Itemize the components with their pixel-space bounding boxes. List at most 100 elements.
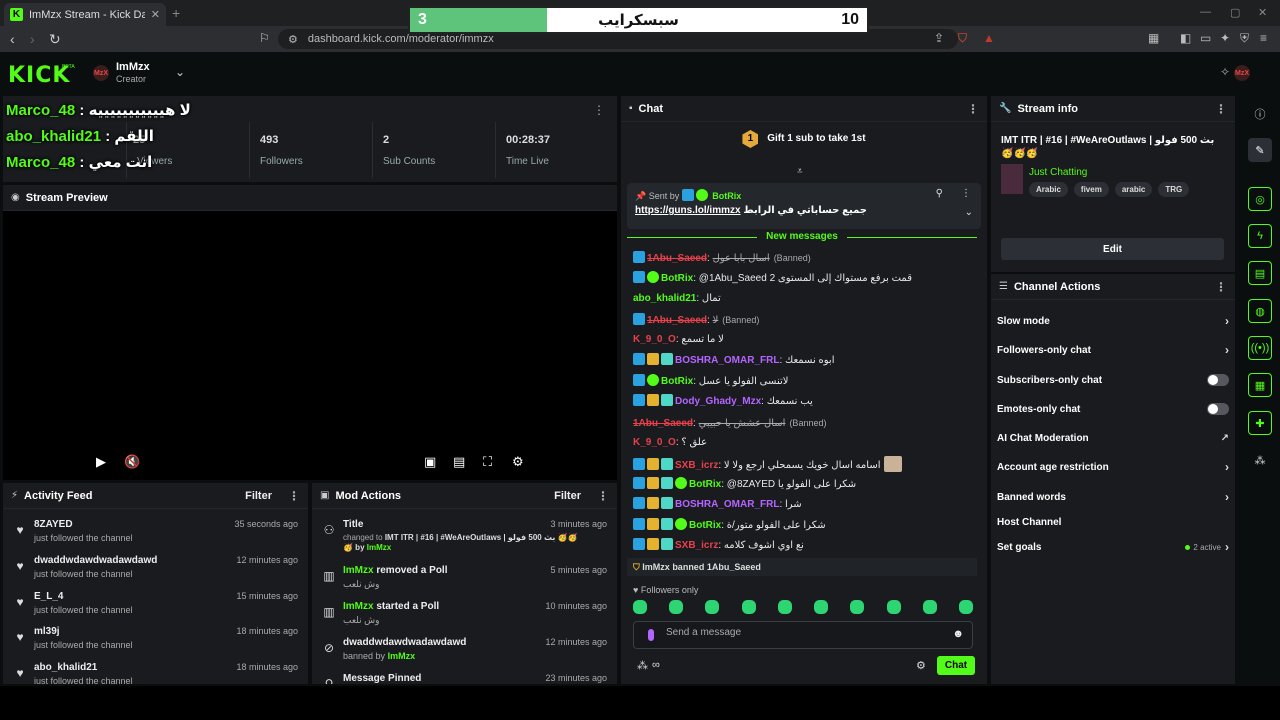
- chat-username[interactable]: BotRix: [689, 479, 721, 490]
- chat-message[interactable]: BotRix: @1Abu_Saeed قمت برفع مستواك إلى …: [633, 270, 912, 287]
- chat-username[interactable]: SXB_icrz: [675, 460, 718, 471]
- chat-message[interactable]: 1Abu_Saeed: لا (Banned): [633, 312, 759, 328]
- emote-icon[interactable]: [777, 600, 792, 614]
- wrench-icon[interactable]: ✚: [1248, 411, 1272, 435]
- emote-icon[interactable]: [669, 600, 684, 614]
- more-options-icon[interactable]: ⋮: [593, 103, 605, 117]
- emotes-only-toggle[interactable]: [1207, 403, 1229, 415]
- tag[interactable]: TRG: [1158, 182, 1190, 197]
- chat-message[interactable]: BOSHRA_OMAR_FRL: ابوه نسمعك: [633, 353, 835, 369]
- category-link[interactable]: Just Chatting: [1029, 167, 1087, 178]
- emoji-icon[interactable]: ☻: [952, 628, 964, 640]
- settings-icon[interactable]: ⚙: [512, 454, 524, 470]
- play-icon[interactable]: ▶: [96, 454, 106, 470]
- pinned-link[interactable]: https://guns.lol/immzx: [635, 205, 741, 216]
- emote-icon[interactable]: [850, 600, 865, 614]
- tab-search-icon[interactable]: ▦: [1148, 31, 1159, 45]
- document-icon[interactable]: ▤: [1248, 261, 1272, 285]
- chat-username[interactable]: Dody_Ghady_Mzx: [675, 396, 761, 407]
- wallet-icon[interactable]: ▭: [1200, 31, 1211, 45]
- emote-icon[interactable]: [958, 600, 973, 614]
- theatre-icon[interactable]: ▤: [453, 454, 465, 470]
- site-settings-icon[interactable]: ⚙: [288, 33, 298, 46]
- chat-username[interactable]: K_9_0_O: [633, 334, 676, 345]
- account-age-action[interactable]: Account age restriction ›: [997, 456, 1229, 478]
- back-icon[interactable]: ‹: [10, 31, 15, 47]
- profile-avatar[interactable]: MzX: [1234, 65, 1250, 81]
- maximize-icon[interactable]: ▢: [1230, 6, 1240, 19]
- chat-message[interactable]: 1Abu_Saeed: اسال بابا عول (Banned): [633, 250, 811, 266]
- emote-icon[interactable]: [886, 600, 901, 614]
- fullscreen-icon[interactable]: ⛶: [483, 454, 492, 470]
- chat-icon[interactable]: ◍: [1248, 299, 1272, 323]
- chat-username[interactable]: abo_khalid21: [633, 293, 696, 304]
- followers-only-action[interactable]: Followers-only chat ›: [997, 339, 1229, 361]
- vpn-icon[interactable]: ⛨: [1240, 31, 1249, 46]
- more-options-icon[interactable]: ⋮: [961, 188, 971, 199]
- emote-icon[interactable]: [814, 600, 829, 614]
- chat-message[interactable]: BOSHRA_OMAR_FRL: شرا: [633, 497, 802, 513]
- host-channel-action[interactable]: Host Channel: [997, 511, 1229, 533]
- edit-icon[interactable]: ✎: [1248, 138, 1272, 162]
- chat-message[interactable]: BotRix: @8ZAYED شكرا على الفولو يا: [633, 476, 856, 493]
- tag[interactable]: arabic: [1114, 182, 1153, 197]
- brave-shield-icon[interactable]: ⛉: [958, 31, 967, 46]
- microphone-icon[interactable]: [648, 629, 654, 641]
- unpin-icon[interactable]: ⚲: [936, 188, 943, 199]
- tag[interactable]: fivem: [1073, 182, 1109, 197]
- banned-words-action[interactable]: Banned words ›: [997, 486, 1229, 508]
- chat-username[interactable]: BOSHRA_OMAR_FRL: [675, 355, 779, 366]
- info-icon[interactable]: ⓘ: [1248, 102, 1272, 126]
- chat-username[interactable]: BotRix: [661, 273, 693, 284]
- chat-message[interactable]: abo_khalid21: تمال: [633, 291, 721, 307]
- send-chat-button[interactable]: Chat: [937, 656, 975, 675]
- kick-apps-icon[interactable]: ✧: [1220, 65, 1230, 79]
- infinity-icon[interactable]: ∞: [652, 659, 660, 671]
- mini-player-icon[interactable]: ▣: [424, 454, 436, 470]
- chat-username[interactable]: SXB_icrz: [675, 540, 718, 551]
- rewards-icon[interactable]: ▲: [983, 31, 995, 45]
- avatar[interactable]: MzX: [93, 65, 109, 81]
- chat-message[interactable]: K_9_0_O: علق ؟: [633, 435, 707, 451]
- more-options-icon[interactable]: ⋮: [288, 489, 300, 503]
- chat-username[interactable]: BotRix: [661, 376, 693, 387]
- chat-message[interactable]: 1Abu_Saeed: اسال عشش يا حبيبي (Banned): [633, 415, 826, 431]
- bookmark-icon[interactable]: ⚐: [259, 31, 270, 45]
- set-goals-action[interactable]: Set goals 2 active ›: [997, 536, 1229, 558]
- lightning-icon[interactable]: ϟ: [1248, 224, 1272, 248]
- chat-username[interactable]: 1Abu_Saeed: [647, 253, 707, 264]
- emote-icon[interactable]: [922, 600, 937, 614]
- more-options-icon[interactable]: ⋮: [1215, 102, 1227, 116]
- chevron-down-icon[interactable]: ⌄: [175, 65, 185, 79]
- chat-message[interactable]: K_9_0_O: لا ما تسمع: [633, 332, 724, 348]
- emote-icon[interactable]: [741, 600, 756, 614]
- target-icon[interactable]: ◎: [1248, 187, 1272, 211]
- chat-message[interactable]: BotRix: شكرا على الفولو متور/ة: [633, 517, 826, 534]
- subscribers-only-toggle[interactable]: [1207, 374, 1229, 386]
- chevron-down-icon[interactable]: ⌄: [965, 207, 973, 218]
- window-close-icon[interactable]: ✕: [1258, 6, 1267, 19]
- chat-message[interactable]: BotRix: لاتنسى الفولو يا عسل: [633, 373, 788, 390]
- sidebar-icon[interactable]: ◧: [1180, 31, 1191, 45]
- more-options-icon[interactable]: ⋮: [597, 489, 609, 503]
- leo-icon[interactable]: ✦: [1220, 31, 1230, 45]
- kick-apps-icon[interactable]: ⁂: [637, 659, 648, 672]
- collapse-icon[interactable]: ⩡: [797, 166, 803, 177]
- more-options-icon[interactable]: ⋮: [967, 102, 979, 116]
- close-icon[interactable]: ✕: [151, 8, 160, 21]
- emote-icon[interactable]: [633, 600, 647, 614]
- edit-stream-info-button[interactable]: Edit: [1001, 238, 1224, 260]
- tag[interactable]: Arabic: [1029, 182, 1068, 197]
- chat-username[interactable]: K_9_0_O: [633, 437, 676, 448]
- layout-icon[interactable]: ▦: [1248, 373, 1272, 397]
- browser-tab[interactable]: K ImMzx Stream - Kick Dashboard ✕: [4, 3, 166, 26]
- reload-icon[interactable]: ↻: [49, 31, 61, 48]
- more-options-icon[interactable]: ⋮: [1215, 280, 1227, 294]
- filter-button[interactable]: Filter: [554, 490, 581, 502]
- broadcast-icon[interactable]: ((•)): [1248, 336, 1272, 360]
- chat-message[interactable]: Dody_Ghady_Mzx: يب نسمعك: [633, 394, 813, 410]
- apps-icon[interactable]: ⁂: [1248, 448, 1272, 472]
- minimize-icon[interactable]: —: [1200, 6, 1211, 18]
- share-icon[interactable]: ⇪: [934, 31, 944, 45]
- chat-username[interactable]: 1Abu_Saeed: [647, 315, 707, 326]
